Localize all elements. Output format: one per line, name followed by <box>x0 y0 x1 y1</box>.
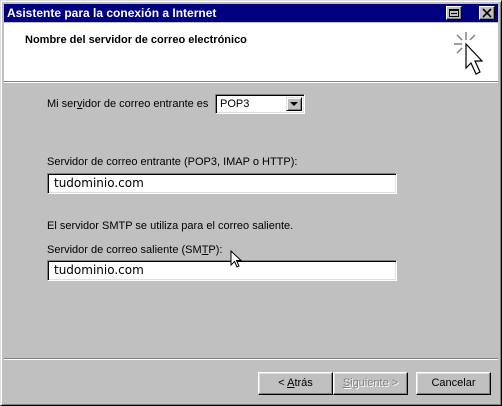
header-divider-highlight <box>4 82 498 83</box>
incoming-type-label: Mi servidor de correo entrante es <box>47 98 209 110</box>
next-button[interactable]: Siguiente > <box>333 372 408 395</box>
mouse-pointer-icon <box>230 250 243 268</box>
context-help-button[interactable] <box>446 6 462 20</box>
incoming-server-input[interactable]: tudominio.com <box>47 173 397 194</box>
wizard-header: Nombre del servidor de correo electrónic… <box>4 23 498 81</box>
wizard-window: Asistente para la conexión a Internet No… <box>0 0 502 406</box>
chevron-down-icon <box>290 102 298 106</box>
title-bar[interactable]: Asistente para la conexión a Internet <box>4 4 498 22</box>
dropdown-button[interactable] <box>286 97 302 111</box>
close-button[interactable] <box>479 6 495 20</box>
back-button[interactable]: < Atrás <box>258 372 333 395</box>
cancel-button[interactable]: Cancelar <box>416 372 491 395</box>
help-icon <box>449 9 459 17</box>
incoming-type-select[interactable]: POP3 <box>215 94 305 114</box>
page-title: Nombre del servidor de correo electrónic… <box>25 34 247 46</box>
close-icon <box>482 8 492 18</box>
connection-wizard-icon <box>454 32 484 75</box>
incoming-type-value: POP3 <box>220 98 250 110</box>
window-title: Asistente para la conexión a Internet <box>7 6 217 20</box>
outgoing-server-input[interactable]: tudominio.com <box>47 260 397 281</box>
incoming-server-label: Servidor de correo entrante (POP3, IMAP … <box>47 156 298 168</box>
footer-divider-highlight <box>4 359 498 360</box>
outgoing-server-label: Servidor de correo saliente (SMTP): <box>47 244 223 256</box>
smtp-note: El servidor SMTP se utiliza para el corr… <box>47 220 294 232</box>
